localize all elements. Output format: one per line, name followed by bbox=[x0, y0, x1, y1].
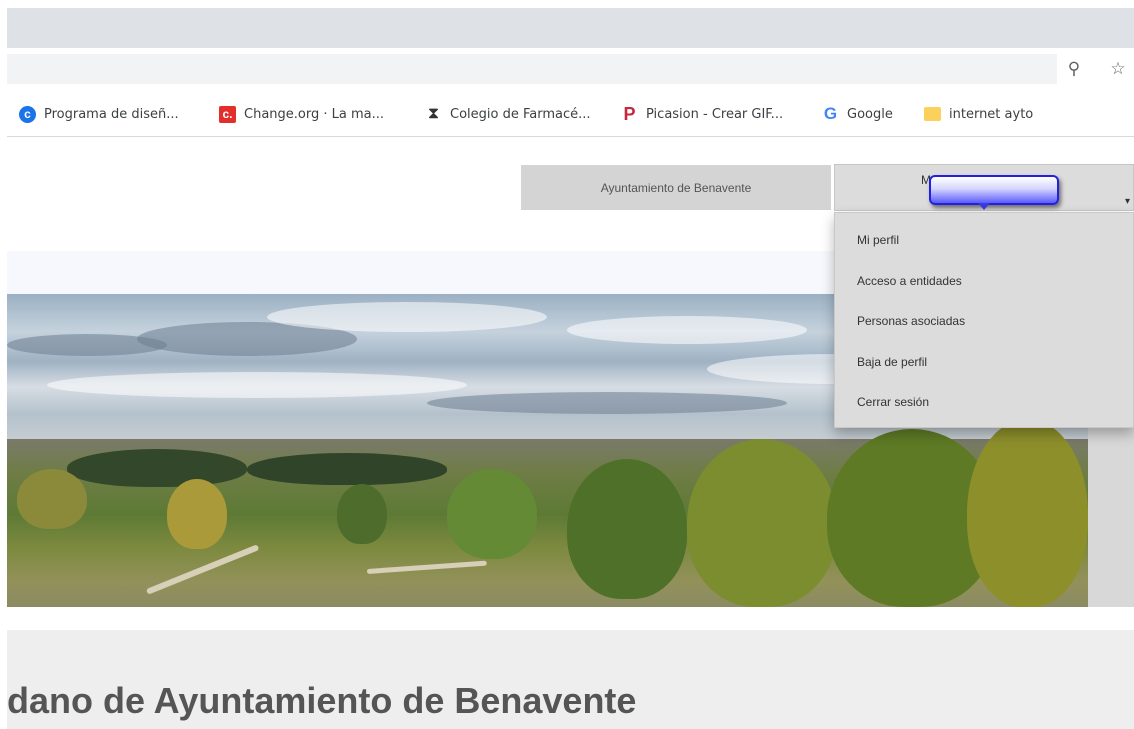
redaction-overlay-tail bbox=[978, 203, 990, 210]
tab-strip-background bbox=[7, 8, 1134, 48]
bookmark-google[interactable]: G Google bbox=[822, 104, 893, 124]
menu-item-baja-de-perfil[interactable]: Baja de perfil bbox=[857, 355, 927, 369]
bookmark-label: Change.org · La ma... bbox=[244, 106, 384, 122]
hourglass-icon: ⧗ bbox=[427, 105, 440, 122]
google-icon: G bbox=[823, 104, 838, 123]
address-bar[interactable] bbox=[7, 54, 1057, 84]
folder-icon bbox=[924, 107, 941, 121]
bookmark-colegio-de-farmaceuticos[interactable]: ⧗ Colegio de Farmacé... bbox=[425, 104, 591, 124]
user-dropdown-menu: Mi perfil Acceso a entidades Personas as… bbox=[834, 212, 1134, 428]
zoom-icon[interactable]: ⚲ bbox=[1063, 58, 1085, 80]
bookmark-folder-internet-ayto[interactable]: internet ayto bbox=[924, 104, 1033, 124]
bookmark-label: Programa de diseñ... bbox=[44, 106, 179, 122]
entity-button[interactable]: Ayuntamiento de Benavente bbox=[521, 165, 831, 210]
bookmark-picasion[interactable]: P Picasion - Crear GIF... bbox=[621, 104, 783, 124]
star-icon[interactable]: ☆ bbox=[1107, 58, 1129, 80]
picasion-icon: P bbox=[623, 103, 636, 124]
bookmark-label: Colegio de Farmacé... bbox=[450, 106, 591, 122]
bookmark-label: Picasion - Crear GIF... bbox=[646, 106, 784, 122]
bookmark-label: internet ayto bbox=[949, 106, 1034, 122]
menu-item-cerrar-sesion[interactable]: Cerrar sesión bbox=[857, 395, 929, 409]
redaction-overlay bbox=[929, 175, 1059, 205]
hero-landscape bbox=[7, 419, 1088, 607]
bookmark-label: Google bbox=[847, 106, 893, 122]
change-org-icon: c. bbox=[219, 105, 236, 123]
menu-item-personas-asociadas[interactable]: Personas asociadas bbox=[857, 314, 965, 328]
bookmarks-bar: c Programa de diseñ... c. Change.org · L… bbox=[7, 90, 1134, 137]
bookmark-programa-de-diseno[interactable]: c Programa de diseñ... bbox=[19, 104, 179, 124]
tab-strip bbox=[0, 0, 1134, 48]
chevron-down-icon[interactable]: ▾ bbox=[1125, 196, 1130, 207]
menu-item-mi-perfil[interactable]: Mi perfil bbox=[857, 233, 899, 247]
browser-toolbar: ⚲ ☆ bbox=[7, 48, 1134, 90]
entity-button-label: Ayuntamiento de Benavente bbox=[600, 180, 752, 195]
circle-c-icon: c bbox=[19, 105, 36, 123]
menu-item-acceso-a-entidades[interactable]: Acceso a entidades bbox=[857, 274, 962, 288]
bookmark-change-org[interactable]: c. Change.org · La ma... bbox=[219, 104, 384, 124]
page-title: dano de Ayuntamiento de Benavente bbox=[7, 680, 637, 721]
